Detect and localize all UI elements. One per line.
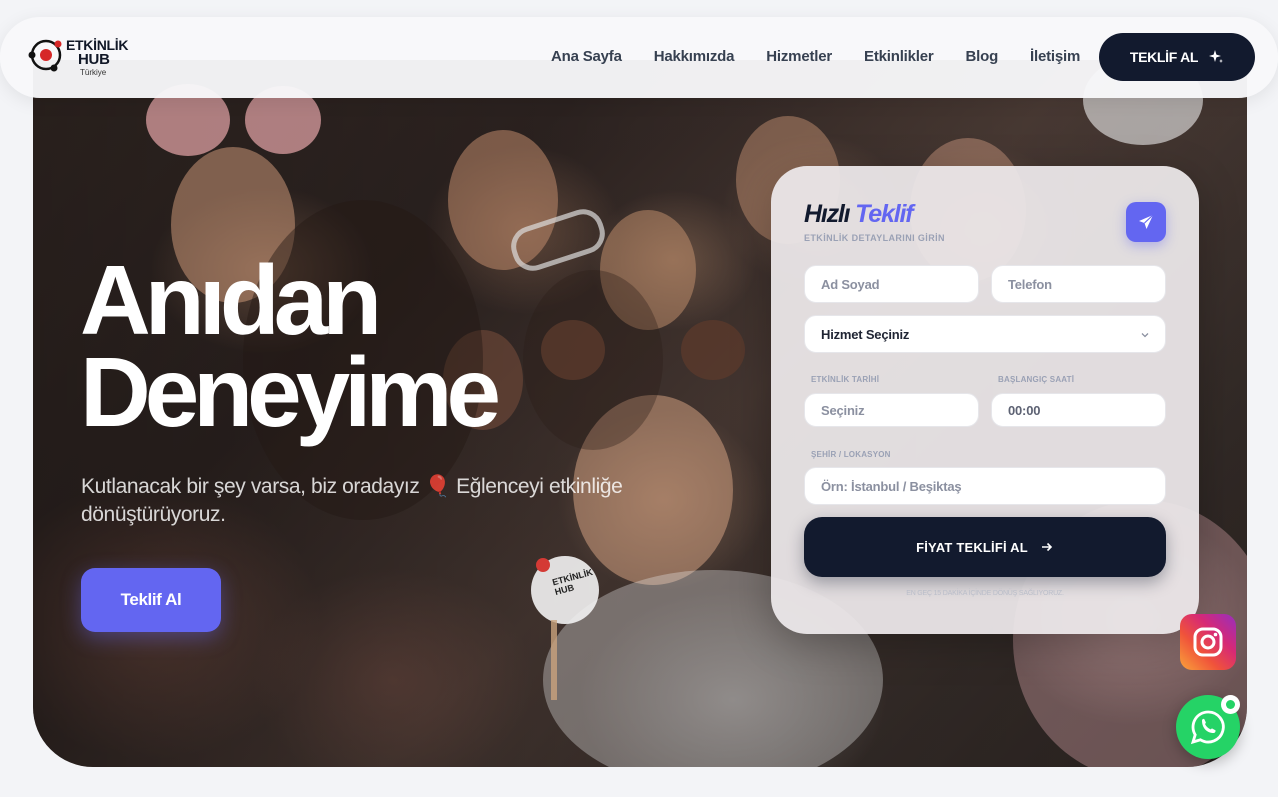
name-input[interactable]: Ad Soyad [804, 265, 979, 303]
brand-line2: HUB [78, 51, 110, 68]
quote-card-subtitle: ETKİNLİK DETAYLARINI GİRİN [804, 233, 945, 243]
hero-subtitle: Kutlanacak bir şey varsa, biz oradayız 🎈… [81, 475, 623, 526]
brand-logo[interactable]: ETKİNLİK HUB Türkiye [28, 35, 148, 81]
response-time-note: EN GEÇ 15 DAKİKA İÇİNDE DÖNÜŞ SAĞLIYORUZ… [906, 590, 1064, 597]
instagram-button[interactable] [1180, 614, 1236, 670]
top-navbar: ETKİNLİK HUB Türkiye Ana Sayfa Hakkımızd… [0, 17, 1278, 98]
get-price-quote-button[interactable]: FİYAT TEKLİFİ AL [804, 517, 1166, 577]
arrow-right-icon [1041, 542, 1053, 552]
nav-item-home[interactable]: Ana Sayfa [551, 48, 622, 65]
location-label: ŞEHİR / LOKASYON [811, 450, 891, 459]
service-select[interactable]: Hizmet Seçiniz [804, 315, 1166, 353]
get-quote-label: TEKLİF AL [1129, 49, 1199, 65]
time-input[interactable]: 00:00 [991, 393, 1166, 427]
nav-item-services[interactable]: Hizmetler [766, 48, 832, 65]
get-quote-button[interactable]: TEKLİF AL [1099, 33, 1255, 81]
quote-title-part2: Teklif [855, 200, 913, 228]
date-label: ETKİNLİK TARİHİ [811, 375, 880, 384]
phone-input[interactable]: Telefon [991, 265, 1166, 303]
whatsapp-icon [1190, 710, 1225, 745]
instagram-icon [1193, 627, 1223, 657]
nav-item-blog[interactable]: Blog [966, 48, 999, 65]
quick-quote-card: Hızlı Teklif ETKİNLİK DETAYLARINI GİRİN … [771, 166, 1199, 634]
logo-atom-icon [28, 39, 62, 72]
nav-item-events[interactable]: Etkinlikler [864, 48, 934, 65]
quote-card-title: Hızlı Teklif [804, 200, 914, 229]
nav-item-contact[interactable]: İletişim [1030, 48, 1080, 65]
nav-item-about[interactable]: Hakkımızda [654, 48, 735, 65]
hero-quote-button[interactable]: Teklif Al [81, 568, 221, 632]
submit-label: FİYAT TEKLİFİ AL [916, 539, 1028, 555]
send-button[interactable] [1126, 202, 1166, 242]
date-input[interactable]: Seçiniz [804, 393, 979, 427]
time-label: BAŞLANGIÇ SAATİ [998, 375, 1075, 384]
brand-line3: Türkiye [80, 68, 107, 77]
sparkle-icon [1209, 50, 1224, 63]
paper-plane-icon [1139, 214, 1154, 229]
quote-title-part1: Hızlı [804, 200, 851, 228]
whatsapp-online-badge [1221, 695, 1240, 714]
service-select-value: Hizmet Seçiniz [821, 326, 910, 342]
hero-title-line1: Anıdan [80, 245, 382, 355]
hero-title-line2: Deneyime [80, 337, 501, 447]
main-nav: Ana Sayfa Hakkımızda Hizmetler Etkinlikl… [551, 48, 1080, 65]
location-input[interactable]: Örn: İstanbul / Beşiktaş [804, 467, 1166, 505]
hero-title: Anıdan Deneyime [80, 245, 501, 447]
chevron-down-icon [1141, 333, 1149, 338]
